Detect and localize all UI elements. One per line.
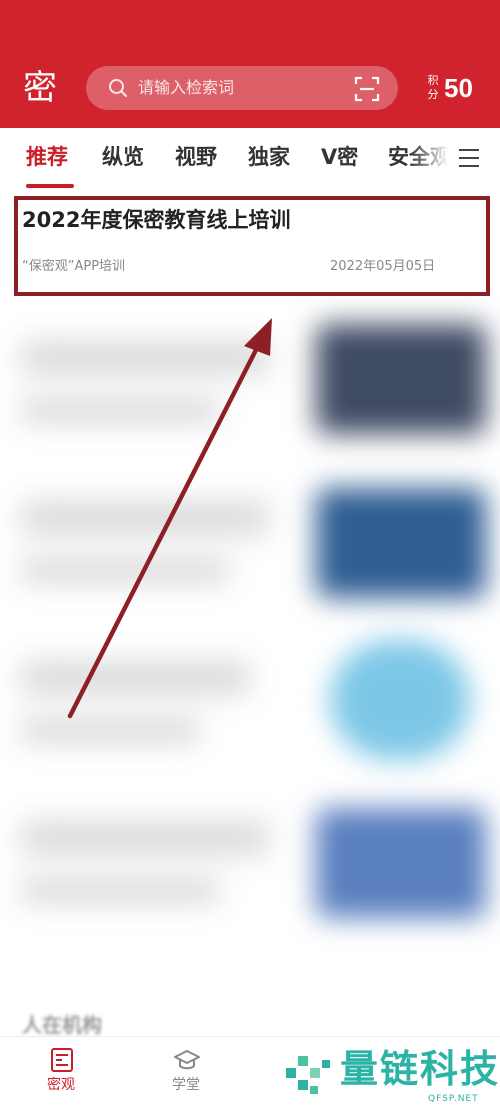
search-placeholder[interactable]: 请输入检索词 (138, 76, 234, 100)
blurred-thumbnail (330, 640, 470, 760)
watermark-subtext: QFSP.NET (428, 1094, 479, 1104)
search-icon (109, 79, 127, 97)
blurred-text-block (20, 716, 200, 744)
tab-v-mi[interactable]: V密 (321, 142, 358, 172)
search-bar[interactable] (86, 66, 398, 110)
menu-icon[interactable] (456, 146, 482, 170)
blurred-thumbnail (316, 808, 486, 918)
news-icon[interactable] (48, 1046, 76, 1074)
tab-exclusive[interactable]: 独家 (248, 142, 290, 172)
tab-overview[interactable]: 纵览 (102, 142, 144, 172)
article-title[interactable]: 2022年度保密教育线上培训 (22, 204, 290, 236)
blurred-text-block (20, 500, 270, 536)
nav-item-miguan[interactable]: 密观 (47, 1074, 75, 1096)
watermark-text: 量链科技 (340, 1047, 500, 1091)
blurred-thumbnail (316, 488, 486, 598)
tab-fade-overlay (410, 138, 458, 178)
blurred-text-block (20, 340, 270, 376)
blurred-text-block (20, 660, 250, 696)
article-date: 2022年05月05日 (330, 259, 436, 274)
watermark-logo-icon (286, 1056, 330, 1094)
scan-icon[interactable] (354, 76, 380, 102)
blurred-text-block (20, 396, 220, 424)
blurred-text-block (20, 820, 270, 856)
nav-item-xuetang[interactable]: 学堂 (172, 1074, 200, 1096)
tab-recommend[interactable]: 推荐 (26, 142, 68, 172)
app-logo[interactable]: 密 (20, 66, 60, 110)
blurred-text-block (20, 556, 230, 584)
graduation-cap-icon[interactable] (173, 1046, 201, 1074)
article-source: “保密观”APP培训 (22, 259, 126, 274)
blurred-text-block (20, 876, 220, 904)
tab-vision[interactable]: 视野 (175, 142, 217, 172)
points-value[interactable]: 50 (444, 70, 473, 106)
blurred-thumbnail (316, 324, 486, 434)
active-tab-indicator (26, 184, 74, 188)
points-label: 积分 (427, 74, 439, 101)
